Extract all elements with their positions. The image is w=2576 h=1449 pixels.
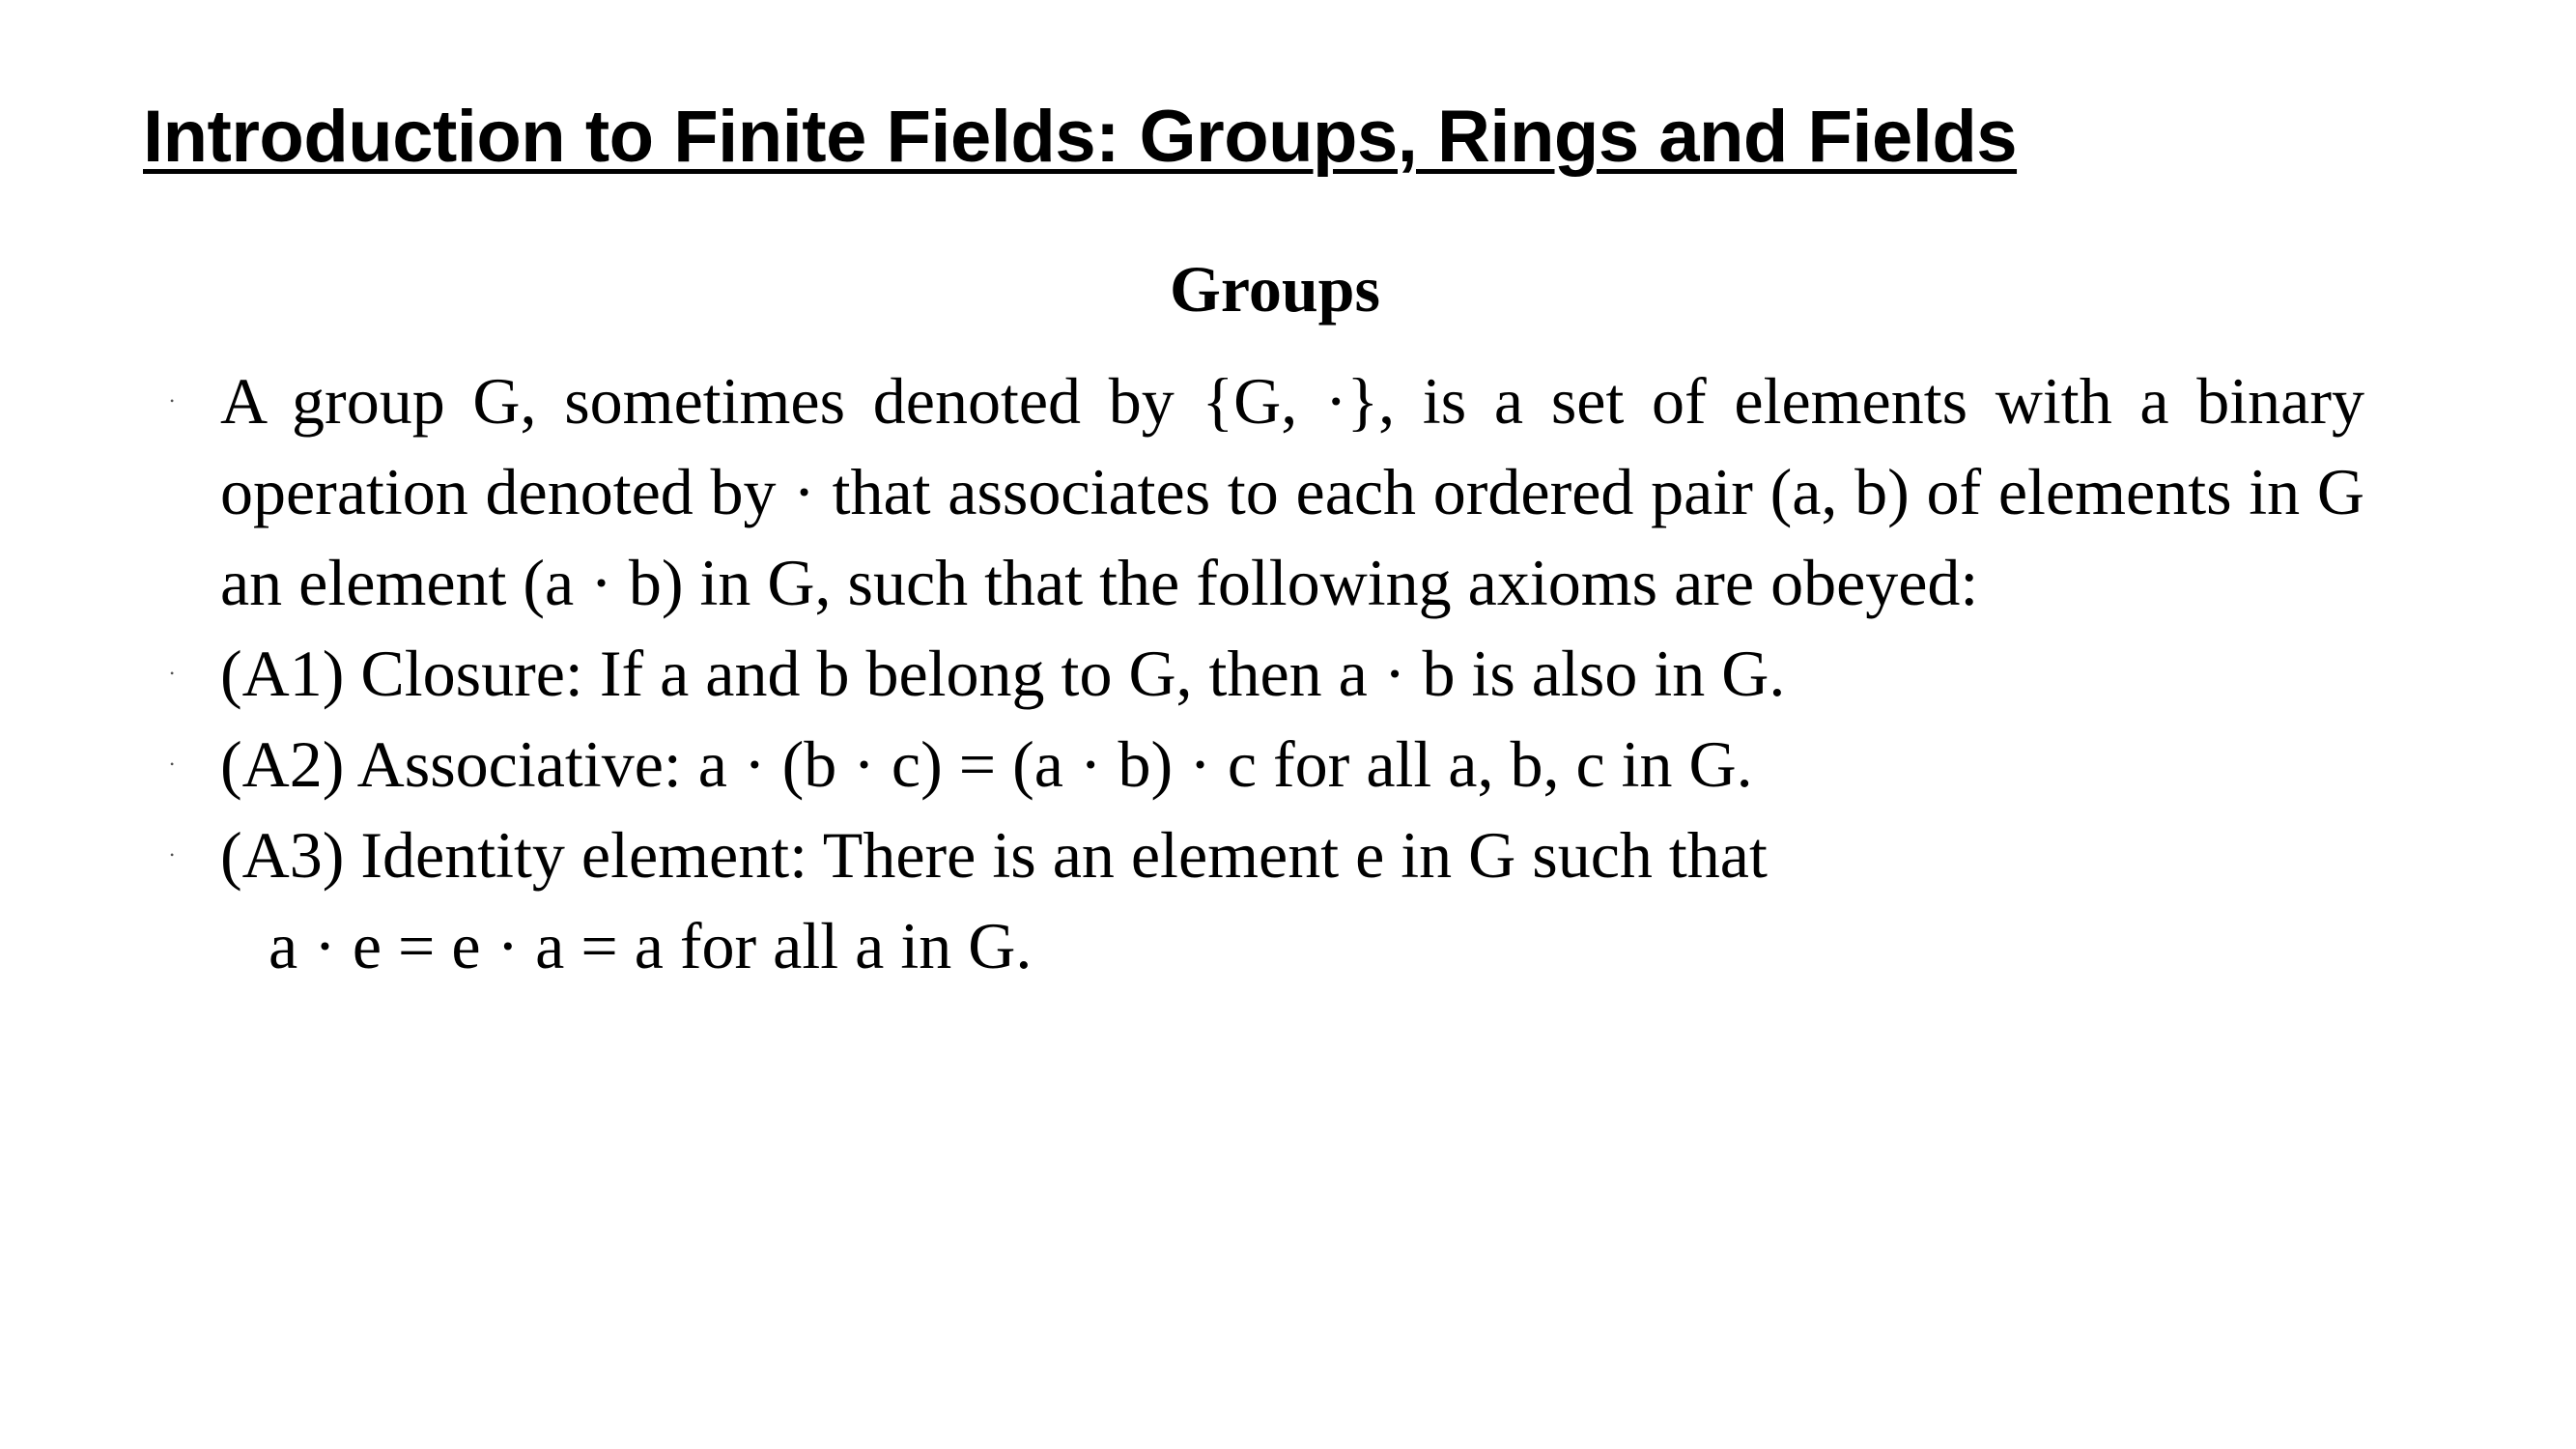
slide-body: • A group G, sometimes denoted by {G, ·}… — [170, 355, 2364, 991]
axiom-identity: • (A3) Identity element: There is an ele… — [170, 810, 2364, 900]
axiom-closure: • (A1) Closure: If a and b belong to G, … — [170, 628, 2364, 719]
group-definition-text: A group G, sometimes denoted by {G, ·}, … — [220, 364, 2364, 619]
bullet-marker: • — [170, 394, 175, 408]
slide-title: Introduction to Finite Fields: Groups, R… — [143, 96, 2018, 178]
section-heading: Groups — [1170, 252, 1380, 326]
axiom-closure-text: (A1) Closure: If a and b belong to G, th… — [220, 637, 1786, 710]
bullet-marker: • — [170, 848, 175, 862]
bullet-marker: • — [170, 667, 175, 680]
axiom-identity-formula: a · e = e · a = a for all a in G. — [269, 909, 1033, 982]
slide: Introduction to Finite Fields: Groups, R… — [0, 0, 2576, 1449]
axiom-associative-text: (A2) Associative: a · (b · c) = (a · b) … — [220, 727, 1753, 801]
bullet-marker: • — [170, 757, 175, 771]
axiom-identity-text: (A3) Identity element: There is an eleme… — [220, 818, 1768, 892]
group-definition-paragraph: • A group G, sometimes denoted by {G, ·}… — [170, 355, 2364, 628]
axiom-associative: • (A2) Associative: a · (b · c) = (a · b… — [170, 719, 2364, 810]
